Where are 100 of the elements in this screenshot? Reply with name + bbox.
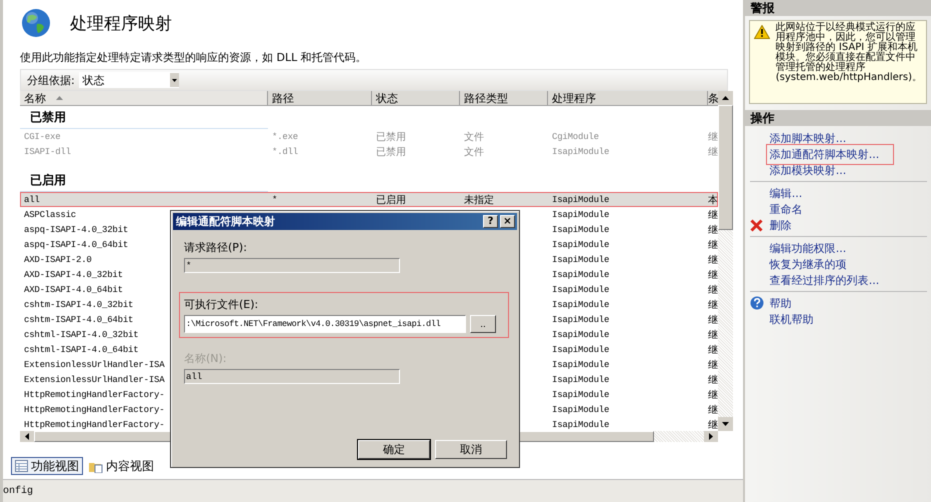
table-cell: HttpRemotingHandlerFactory-	[24, 404, 164, 414]
table-cell: IsapiModule	[552, 314, 610, 324]
close-icon	[750, 218, 763, 232]
vertical-scrollbar[interactable]	[718, 91, 733, 431]
status-text: onfig	[3, 486, 34, 496]
table-cell: 已禁用	[376, 132, 406, 142]
table-cell: 继	[708, 374, 718, 386]
warning-icon	[754, 25, 770, 39]
table-cell: IsapiModule	[552, 390, 610, 400]
table-cell: AXD-ISAPI-4.0_32bit	[24, 270, 123, 280]
view-tab[interactable]: 功能视图	[11, 457, 83, 475]
table-cell: ASPClassic	[24, 210, 76, 220]
table-cell: IsapiModule	[552, 270, 610, 280]
table-cell: *.exe	[272, 132, 298, 142]
caret-icon	[170, 73, 179, 87]
table-cell: 继	[708, 404, 718, 416]
table-cell: all	[24, 194, 40, 204]
dialog-title: 编辑通配符脚本映射	[176, 214, 275, 229]
table-cell: 继	[708, 314, 718, 326]
table-cell: 未指定	[464, 194, 494, 206]
column-header[interactable]: 名称	[20, 91, 268, 105]
table-cell: CgiModule	[552, 132, 599, 142]
table-cell: 继	[708, 254, 718, 266]
table-cell: IsapiModule	[552, 146, 610, 156]
table-cell: 已禁用	[376, 146, 406, 158]
scroll-up-icon	[718, 91, 733, 105]
table-cell: IsapiModule	[552, 344, 610, 354]
table-cell: *.dll	[272, 146, 298, 156]
close-button[interactable]: ×	[500, 215, 515, 228]
table-cell: IsapiModule	[552, 210, 610, 220]
scroll-down-icon	[718, 417, 733, 431]
table-cell: *	[272, 194, 278, 204]
table-cell: AXD-ISAPI-2.0	[24, 254, 92, 264]
input-field[interactable]: *	[184, 258, 400, 273]
table-cell: 继	[708, 210, 718, 220]
table-cell: IsapiModule	[552, 284, 610, 294]
help-icon	[750, 296, 764, 310]
input-field[interactable]: :\Microsoft.NET\Framework\v4.0.30319\aspnet_isapi.dll	[184, 315, 466, 333]
table-cell: ExtensionlessUrlHandler-ISA	[24, 360, 164, 370]
table-cell: 已启用	[376, 194, 406, 206]
table-cell: IsapiModule	[552, 300, 610, 310]
table-cell: IsapiModule	[552, 224, 610, 234]
table-cell: ISAPI-dll	[24, 146, 71, 156]
table-cell: AXD-ISAPI-4.0_64bit	[24, 284, 123, 294]
table-cell: 继	[708, 330, 718, 340]
table-cell: cshtm-ISAPI-4.0_64bit	[24, 314, 134, 324]
table-cell: CGI-exe	[24, 132, 60, 142]
table-cell: 文件	[464, 146, 484, 158]
group-header: 已启用	[30, 172, 66, 188]
column-header[interactable]: 状态	[372, 91, 460, 105]
page-description: 使用此功能指定处理特定请求类型的响应的资源，如 DLL 和托管代码。	[19, 50, 368, 66]
table-cell: 继	[708, 270, 718, 280]
table-cell: IsapiModule	[552, 360, 610, 370]
table-cell: IsapiModule	[552, 254, 610, 264]
table-cell: 继	[708, 344, 718, 356]
table-cell: HttpRemotingHandlerFactory-	[24, 390, 164, 400]
page-title: 处理程序映射	[70, 12, 172, 34]
ok-button[interactable]: 确定	[358, 440, 430, 459]
table-cell: 本	[708, 194, 718, 206]
view-tab[interactable]: 内容视图	[85, 457, 158, 475]
globe-icon	[20, 7, 52, 39]
field-label: 请求路径(P):	[184, 240, 248, 255]
table-cell: 继	[708, 240, 718, 250]
scroll-right-icon	[704, 431, 718, 442]
grid-icon	[15, 460, 28, 472]
table-cell: 继	[708, 284, 718, 296]
table-cell: 继	[708, 360, 718, 370]
table-cell: aspq-ISAPI-4.0_32bit	[24, 224, 128, 234]
table-row[interactable]: all * 已启用 未指定 IsapiModule 本	[20, 192, 718, 207]
help-button[interactable]: ?	[483, 215, 498, 228]
field-label: 名称(N):	[184, 351, 228, 366]
table-cell: aspq-ISAPI-4.0_64bit	[24, 240, 128, 250]
table-cell: 继	[708, 300, 718, 310]
table-cell: IsapiModule	[552, 420, 610, 430]
table-cell: cshtml-ISAPI-4.0_64bit	[24, 344, 138, 354]
cancel-button[interactable]: 取消	[435, 440, 507, 459]
table-cell: 继	[708, 224, 718, 236]
table-cell: cshtml-ISAPI-4.0_32bit	[24, 330, 138, 340]
group-header: 已禁用	[30, 108, 66, 126]
group-by-dropdown[interactable]: 状态	[78, 72, 179, 88]
column-header[interactable]: 路径	[268, 91, 372, 105]
browse-button[interactable]: ..	[470, 315, 496, 333]
table-cell: HttpRemotingHandlerFactory-	[24, 420, 164, 430]
field-label: 可执行文件(E):	[184, 297, 260, 312]
table-cell: IsapiModule	[552, 404, 610, 414]
action-link[interactable]: 添加通配符脚本映射...	[766, 144, 894, 164]
table-cell: 文件	[464, 132, 484, 142]
table-cell: ExtensionlessUrlHandler-ISA	[24, 374, 164, 384]
table-cell: cshtm-ISAPI-4.0_32bit	[24, 300, 134, 310]
table-cell: IsapiModule	[552, 374, 610, 384]
table-cell: IsapiModule	[552, 240, 610, 250]
table-cell: IsapiModule	[552, 194, 610, 204]
column-header[interactable]: 处理程序	[548, 91, 708, 105]
group-by-label: 分组依据:	[27, 72, 75, 88]
sort-arrow-icon	[56, 96, 63, 100]
alert-message: 此网站位于以经典模式运行的应用程序池中，因此，您可以管理映射到路径的 ISAPI 扩展和本机模块。您必须直接在配置文件中管理托管的处理程序 (system.web/httpHandlers)。	[776, 23, 922, 85]
scroll-thumb[interactable]	[718, 105, 733, 230]
panel-header: 操作	[744, 110, 931, 126]
column-header[interactable]: 路径类型	[460, 91, 548, 105]
table-cell: 继	[708, 146, 718, 158]
